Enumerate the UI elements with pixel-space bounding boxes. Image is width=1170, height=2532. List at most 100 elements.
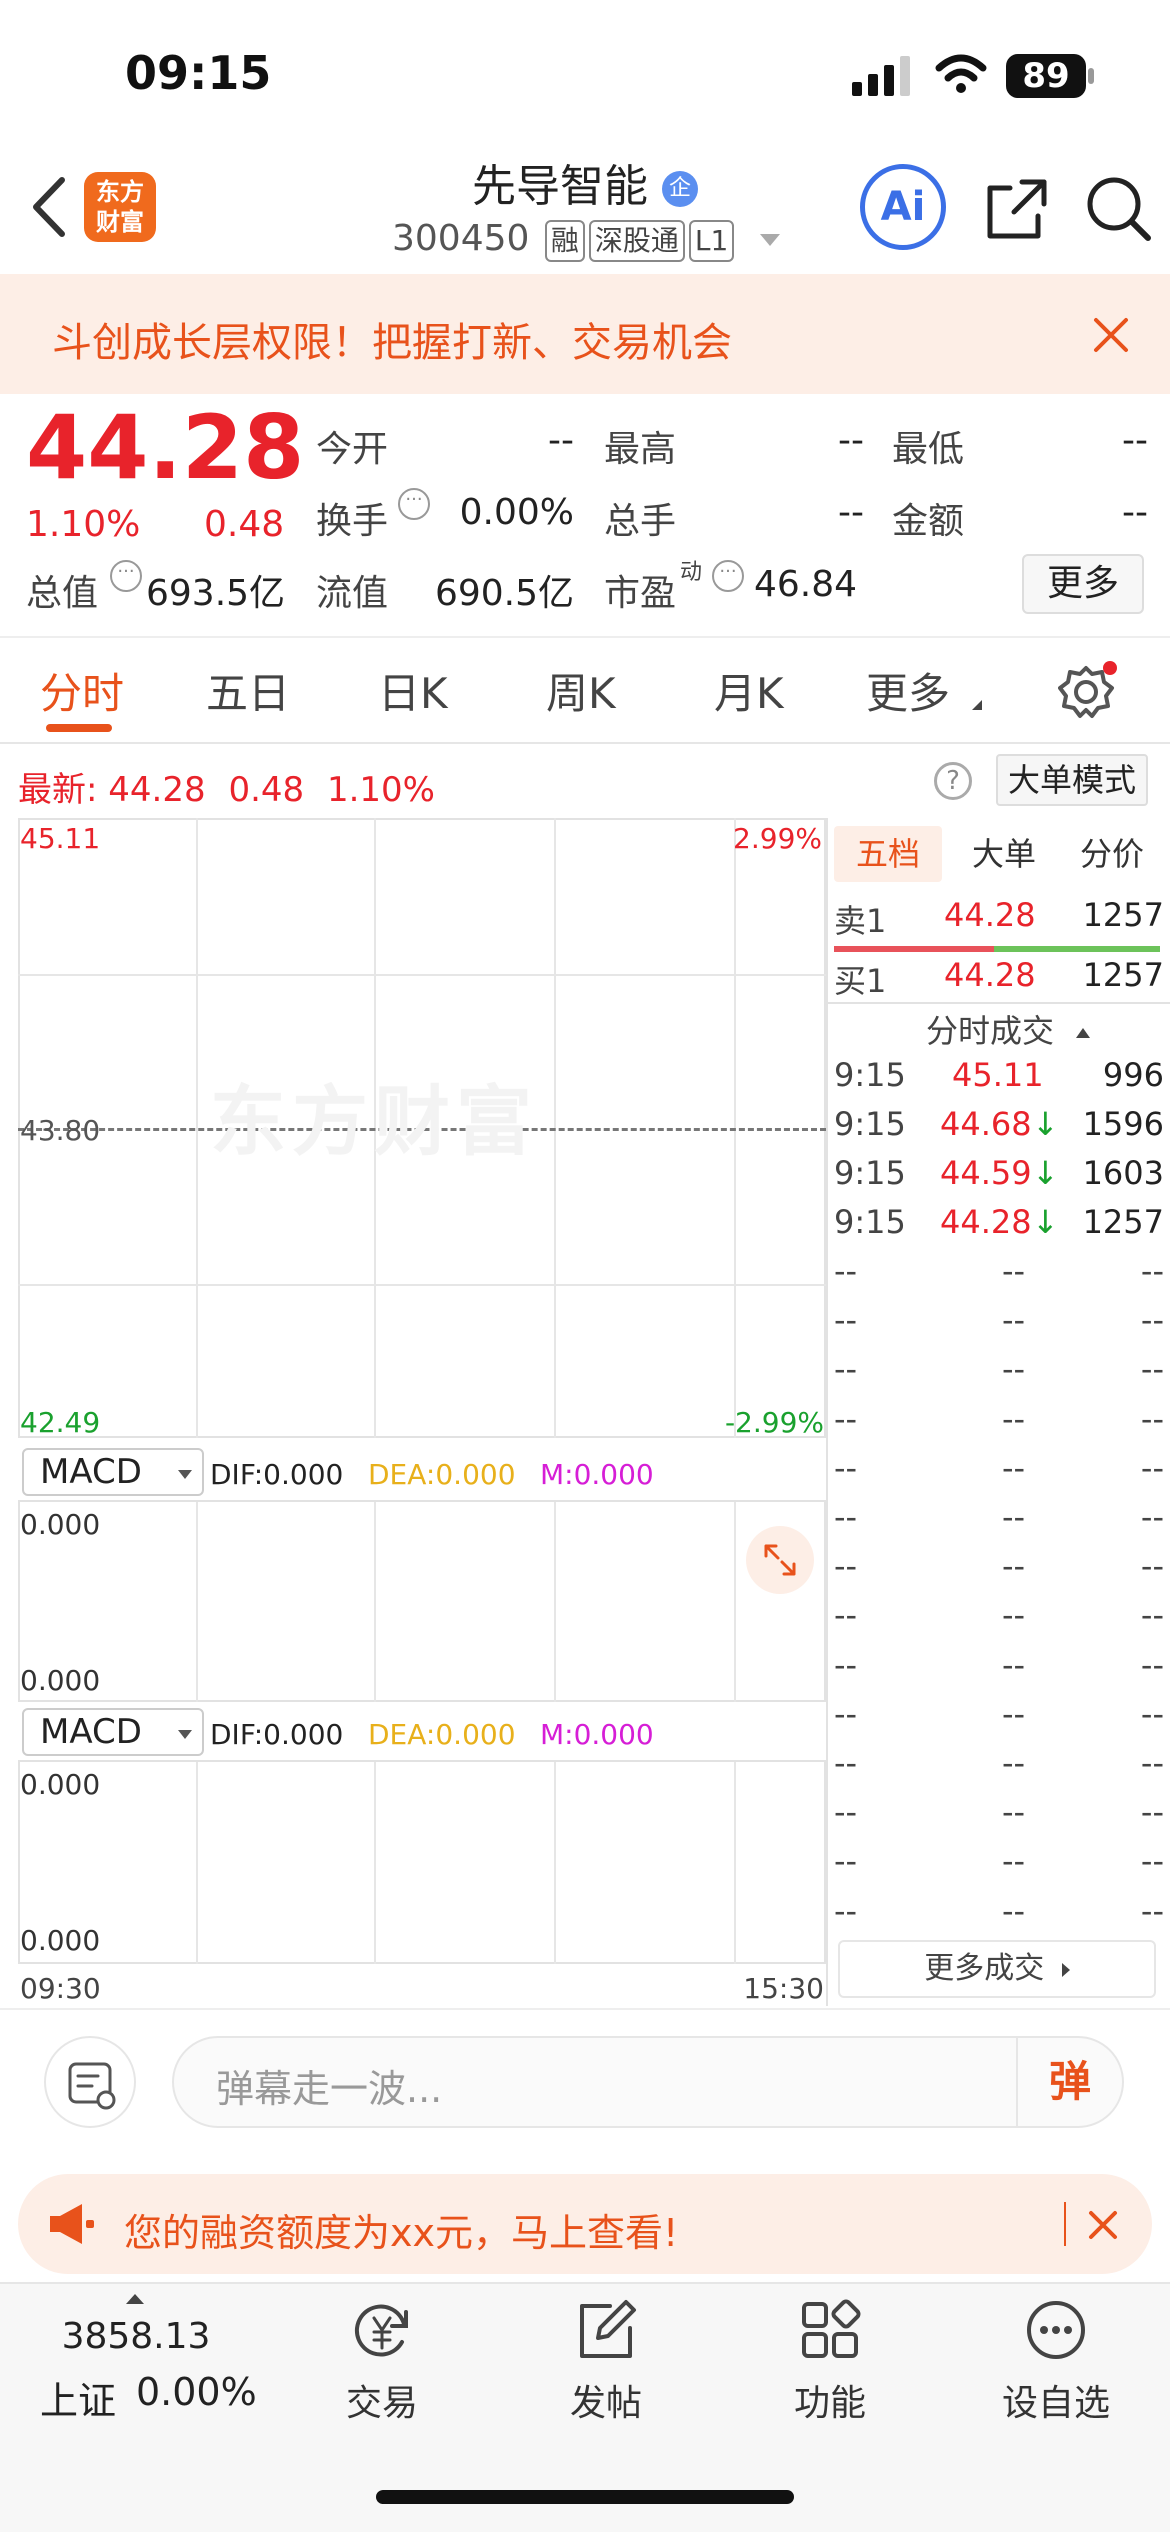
watermark: 东方财富 [210,1077,538,1166]
expand-button[interactable] [746,1526,814,1594]
empty-cell: -- [834,1252,858,1290]
tab-5day[interactable]: 五日 [206,660,290,721]
tick-price: 45.11 [952,1056,1044,1094]
empty-cell: -- [1002,1596,1026,1635]
info-dots-icon[interactable]: ··· [110,560,142,592]
chevron-down-icon [178,1470,192,1479]
wifi-icon [935,54,987,93]
tab-big-orders[interactable]: 大单 [950,826,1058,882]
dropdown-arrow-icon[interactable] [759,234,780,246]
grid-line [734,1762,736,1964]
high-label: 最高 [604,429,677,470]
nav-add-watchlist-label: 设自选 [1001,2383,1110,2424]
big-order-mode-button[interactable]: 大单模式 [996,754,1148,806]
stock-code: 300450 [392,218,530,259]
tag-margin: 融 [544,220,585,262]
settings-icon[interactable] [1058,660,1118,720]
divider [826,1002,1170,1004]
empty-cell: -- [834,1448,858,1487]
nav-post[interactable]: 发帖 [506,2298,706,2438]
tick-volume: 996 [1102,1056,1164,1094]
search-icon[interactable] [1084,174,1154,244]
stock-name-text: 先导智能 [472,161,648,212]
tick-row: 9:15 44.59 ↓ 1603 [834,1154,1164,1204]
more-trades-button[interactable]: 更多成交 [838,1940,1156,1998]
tab-intraday[interactable]: 分时 [40,660,124,721]
empty-cell: -- [1002,1448,1026,1487]
danmaku-settings-button[interactable] [44,2036,136,2128]
more-button[interactable]: 更多 [1022,554,1144,614]
help-icon[interactable]: ? [934,762,972,800]
empty-cell: -- [834,1547,858,1586]
dif-value: DIF:0.000 [210,1718,344,1751]
low-label: 最低 [892,429,965,470]
empty-cell: -- [834,1596,858,1635]
close-icon[interactable] [1088,2210,1118,2240]
empty-cell: -- [1140,1694,1164,1733]
stock-code-row: 300450 融深股通 L1 [392,218,780,262]
empty-cell: -- [1002,1350,1026,1389]
close-icon[interactable] [1092,316,1130,354]
tab-week-k[interactable]: 周K [546,660,616,721]
turnover-label: 换手 [316,501,389,542]
tab-day-k[interactable]: 日K [378,660,448,721]
tick-row: 9:15 44.68 ↓ 1596 [834,1105,1164,1155]
yen-cycle-icon [354,2304,408,2357]
volume-value: -- [838,492,864,533]
stock-detail-screen: 09:15 89 东方 财富 先导智能 企 300450 融深股通 L1 Ai 斗… [0,0,1170,2532]
nav-functions[interactable]: 功能 [730,2298,930,2438]
indicator-select[interactable]: MACD [22,1448,204,1496]
empty-cell: -- [1140,1448,1164,1487]
buy-label: 买1 [834,962,887,1000]
nav-trade[interactable]: 交易 [282,2298,482,2438]
sell-ratio-bar [834,946,994,952]
share-icon[interactable] [984,176,1050,242]
chevron-up-icon [1076,1028,1091,1038]
index-pct[interactable]: 0.00% [136,2370,257,2414]
tab-month-k[interactable]: 月K [714,660,784,721]
tick-row-empty: -- -- -- [834,1498,1164,1548]
current-price: 44.28 [26,396,305,499]
nav-add-watchlist[interactable]: 设自选 [956,2298,1156,2438]
empty-cell: -- [1140,1252,1164,1290]
tick-price: 44.28 [940,1203,1032,1241]
float-value: 690.5亿 [434,573,574,614]
tick-volume: 1603 [1082,1154,1164,1192]
pct-low-label: -2.99% [724,1406,824,1439]
ticks-title[interactable]: 分时成交 [926,1006,1091,1052]
tab-five-levels[interactable]: 五档 [834,826,942,882]
tag-level: L1 [688,220,735,262]
empty-cell: -- [834,1842,858,1881]
indicator-chart[interactable] [18,1762,826,1964]
pe-label: 市盈 [604,573,677,614]
danmaku-placeholder: 弹幕走一波... [216,2067,443,2111]
danmaku-input[interactable]: 弹幕走一波... 弹 [172,2036,1124,2128]
nav-trade-label: 交易 [345,2383,418,2424]
tick-row-empty: -- -- -- [834,1400,1164,1450]
nav-post-label: 发帖 [569,2383,642,2424]
buy-volume: 1257 [1082,956,1164,994]
empty-cell: -- [834,1744,858,1782]
tab-more[interactable]: 更多 [866,660,950,721]
index-name[interactable]: 上证 [40,2370,116,2425]
empty-cell: -- [1002,1694,1026,1733]
down-arrow-icon: ↓ [1032,1203,1059,1241]
tab-price-volume[interactable]: 分价 [1058,826,1166,882]
tag-connect: 深股通 [588,220,685,262]
indicator-select[interactable]: MACD [22,1708,204,1756]
latest-chg: 0.48 [228,770,305,810]
ai-button[interactable]: Ai [860,164,946,250]
grid-line [18,974,826,976]
turnover-value: 0.00% [459,492,574,533]
tick-time: 9:15 [834,1105,906,1143]
indicator-chart[interactable] [18,1502,826,1702]
battery-tip [1088,68,1094,84]
chevron-up-icon[interactable] [126,2294,144,2304]
nav-functions-label: 功能 [793,2383,866,2424]
info-dots-icon[interactable]: ··· [712,560,744,592]
index-value[interactable]: 3858.13 [36,2316,236,2357]
empty-cell: -- [834,1694,858,1733]
tick-row-empty: -- -- -- [834,1842,1164,1892]
danmaku-send-button[interactable]: 弹 [1016,2038,1122,2126]
info-dots-icon[interactable]: ··· [398,488,430,520]
